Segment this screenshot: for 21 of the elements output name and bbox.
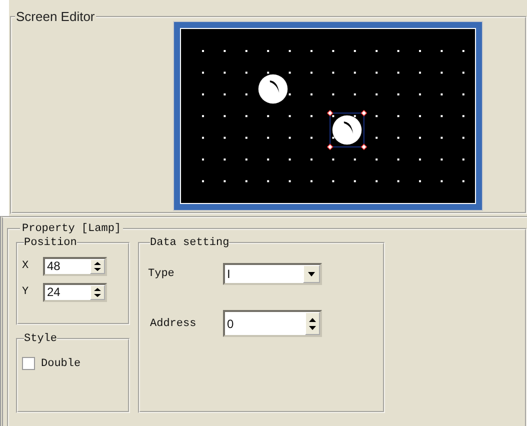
x-label: X xyxy=(22,260,30,272)
property-title: Property xyxy=(22,223,75,235)
double-label: Double xyxy=(41,358,81,370)
y-spin-field[interactable]: 24 xyxy=(43,282,107,302)
spin-arrows-icon xyxy=(93,286,102,298)
x-spin-field[interactable]: 48 xyxy=(43,256,107,276)
data-setting-title: Data setting xyxy=(150,237,230,249)
address-label: Address xyxy=(149,318,198,330)
address-spin-field[interactable]: 0 xyxy=(223,310,322,337)
y-label: Y xyxy=(22,286,30,298)
style-title: Style xyxy=(24,333,58,345)
selected-lamp-icon[interactable] xyxy=(327,110,367,150)
spin-arrows-icon xyxy=(93,260,102,272)
type-dropdown[interactable]: I xyxy=(223,263,322,285)
position-title: Position xyxy=(24,237,77,249)
spin-arrows-icon xyxy=(308,316,317,330)
screen-editor-title: Screen Editor xyxy=(15,9,96,24)
type-label: Type xyxy=(148,268,176,280)
double-checkbox[interactable] xyxy=(22,357,35,370)
object-type-label: [Lamp] xyxy=(81,223,122,235)
dropdown-arrow-icon xyxy=(307,272,316,276)
